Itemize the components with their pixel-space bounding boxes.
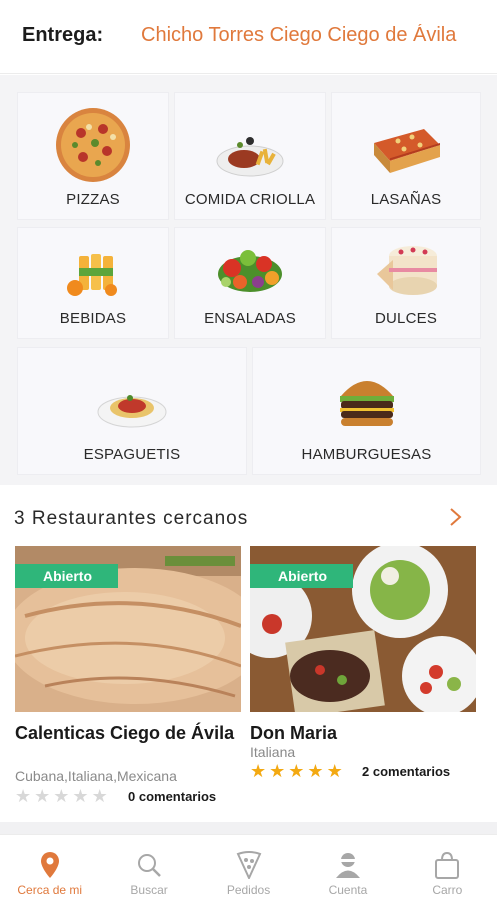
star-icon: ★ — [91, 786, 108, 806]
nav-pedidos[interactable]: Pedidos — [199, 835, 298, 900]
star-icon: ★ — [15, 786, 32, 806]
category-hamburguesas[interactable]: HAMBURGUESAS — [252, 347, 481, 475]
open-status-badge: Abierto — [250, 564, 353, 588]
restaurant-name: Calenticas Ciego de Ávila — [15, 723, 235, 743]
nav-label: Cerca de mi — [17, 883, 83, 897]
category-label: BEBIDAS — [59, 310, 127, 327]
open-status-badge: Abierto — [15, 564, 118, 588]
category-label: COMIDA CRIOLLA — [184, 191, 316, 208]
nav-cuenta[interactable]: Cuenta — [298, 835, 397, 900]
location-pin-icon — [37, 851, 63, 879]
delivery-label: Entrega: — [22, 24, 104, 46]
category-lasanas[interactable]: LASAÑAS — [331, 92, 481, 220]
restaurant-name: Don Maria — [250, 723, 338, 743]
user-icon — [335, 851, 361, 879]
star-icon: ★ — [288, 761, 305, 781]
nav-label: Buscar — [130, 883, 168, 897]
spaghetti-icon — [96, 384, 168, 430]
lasagna-icon — [368, 121, 444, 179]
rating-stars: ★ ★ ★ ★ ★ — [250, 762, 343, 780]
category-grid: PIZZAS COMIDA CRIOLLA LASAÑAS BEBIDAS EN… — [0, 75, 497, 485]
category-bebidas[interactable]: BEBIDAS — [17, 227, 169, 339]
category-label: HAMBURGUESAS — [301, 446, 432, 463]
star-icon: ★ — [326, 761, 343, 781]
category-espaguetis[interactable]: ESPAGUETIS — [17, 347, 247, 475]
category-ensaladas[interactable]: ENSALADAS — [174, 227, 326, 339]
nav-label: Cuenta — [328, 883, 368, 897]
restaurant-cuisine: Italiana — [250, 744, 296, 760]
pizza-slice-icon — [236, 851, 262, 879]
comments-count[interactable]: 2 comentarios — [362, 764, 450, 779]
delivery-address[interactable]: Chicho Torres Ciego Ciego de Ávila — [141, 24, 481, 47]
category-label: ESPAGUETIS — [83, 446, 181, 463]
category-dulces[interactable]: DULCES — [331, 227, 481, 339]
rating-stars: ★ ★ ★ ★ ★ — [15, 787, 108, 805]
star-icon: ★ — [72, 786, 89, 806]
nearby-restaurants-title: 3 Restaurantes cercanos — [14, 508, 249, 529]
category-label: LASAÑAS — [370, 191, 442, 208]
star-icon: ★ — [34, 786, 51, 806]
cake-icon — [371, 242, 441, 300]
drinks-icon — [65, 250, 121, 298]
section-divider — [0, 822, 497, 834]
comments-count[interactable]: 0 comentarios — [128, 789, 216, 804]
nav-buscar[interactable]: Buscar — [99, 835, 198, 900]
category-label: DULCES — [374, 310, 438, 327]
category-label: PIZZAS — [66, 191, 120, 208]
star-icon: ★ — [269, 761, 286, 781]
search-icon — [136, 851, 162, 879]
chevron-right-icon[interactable] — [446, 506, 466, 528]
bottom-navigation: Cerca de mi Buscar Pedidos Cuenta Carro — [0, 834, 497, 900]
nav-carro[interactable]: Carro — [398, 835, 497, 900]
salad-icon — [214, 242, 286, 298]
nav-cerca-de-mi[interactable]: Cerca de mi — [0, 835, 99, 900]
nav-label: Pedidos — [226, 883, 271, 897]
app-header: Entrega: Chicho Torres Ciego Ciego de Áv… — [0, 0, 497, 74]
category-label: ENSALADAS — [204, 310, 296, 327]
nav-label: Carro — [432, 883, 463, 897]
category-comida-criolla[interactable]: COMIDA CRIOLLA — [174, 92, 326, 220]
pizza-icon — [53, 105, 133, 185]
burger-icon — [335, 370, 399, 430]
restaurant-cuisine: Cubana,Italiana,Mexicana — [15, 768, 177, 784]
shopping-bag-icon — [434, 851, 460, 879]
star-icon: ★ — [307, 761, 324, 781]
star-icon: ★ — [53, 786, 70, 806]
creole-food-icon — [214, 131, 286, 179]
star-icon: ★ — [250, 761, 267, 781]
category-pizzas[interactable]: PIZZAS — [17, 92, 169, 220]
